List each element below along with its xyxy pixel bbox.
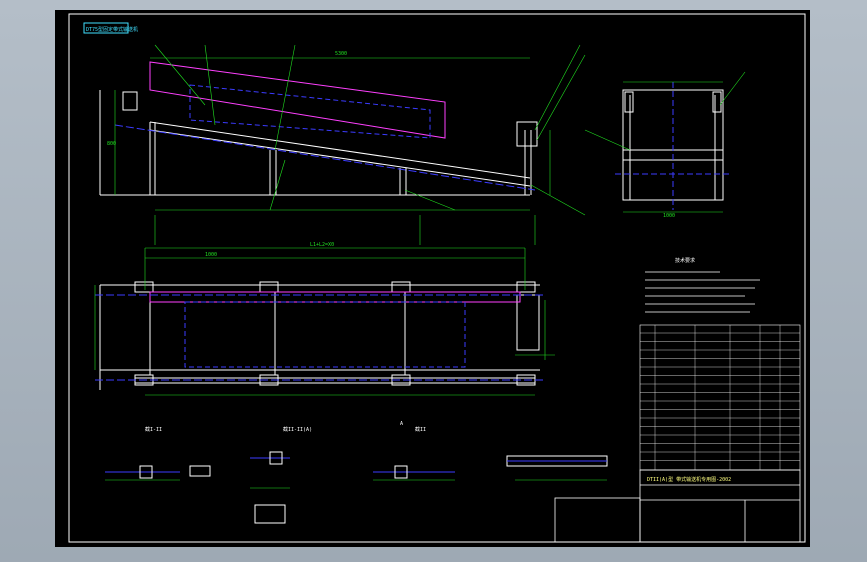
section-label-1: 截I-II — [145, 426, 162, 433]
parts-table — [639, 324, 801, 471]
dim-width-side: 1000 — [663, 213, 675, 219]
elevation-view — [99, 90, 538, 196]
dim-height-left: 800 — [107, 141, 116, 147]
section-label-2: 截II-II(A) — [283, 426, 312, 433]
drawing-sheet: DT75型固定带式输送机 5300 800 1000 L1+L2=X0 1000… — [55, 10, 810, 547]
tech-title: 技术要求 — [675, 257, 695, 264]
dim-overall-top: 5300 — [335, 51, 347, 57]
side-view-center — [615, 82, 731, 210]
tag-label: DT75型固定带式输送机 — [86, 26, 138, 33]
tech-notes — [645, 271, 760, 313]
plan-side-note: A — [400, 421, 403, 427]
dim-overall-plan: L1+L2=X0 — [310, 242, 334, 248]
elevation-dims — [114, 44, 586, 216]
section-details — [105, 451, 608, 524]
inner-border — [68, 13, 806, 543]
cad-viewport[interactable]: DT75型固定带式输送机 5300 800 1000 L1+L2=X0 1000… — [0, 0, 867, 562]
title-main: DTII(A)型 带式输送机专用图-2002 — [647, 476, 731, 483]
section-label-3: 截II — [415, 426, 426, 433]
plan-belt — [95, 291, 545, 381]
plan-view — [99, 281, 540, 390]
dim-segment: 1000 — [205, 252, 217, 258]
cad-drawing: DT75型固定带式输送机 5300 800 1000 L1+L2=X0 1000… — [68, 13, 806, 543]
parts-table-rows — [640, 325, 800, 470]
